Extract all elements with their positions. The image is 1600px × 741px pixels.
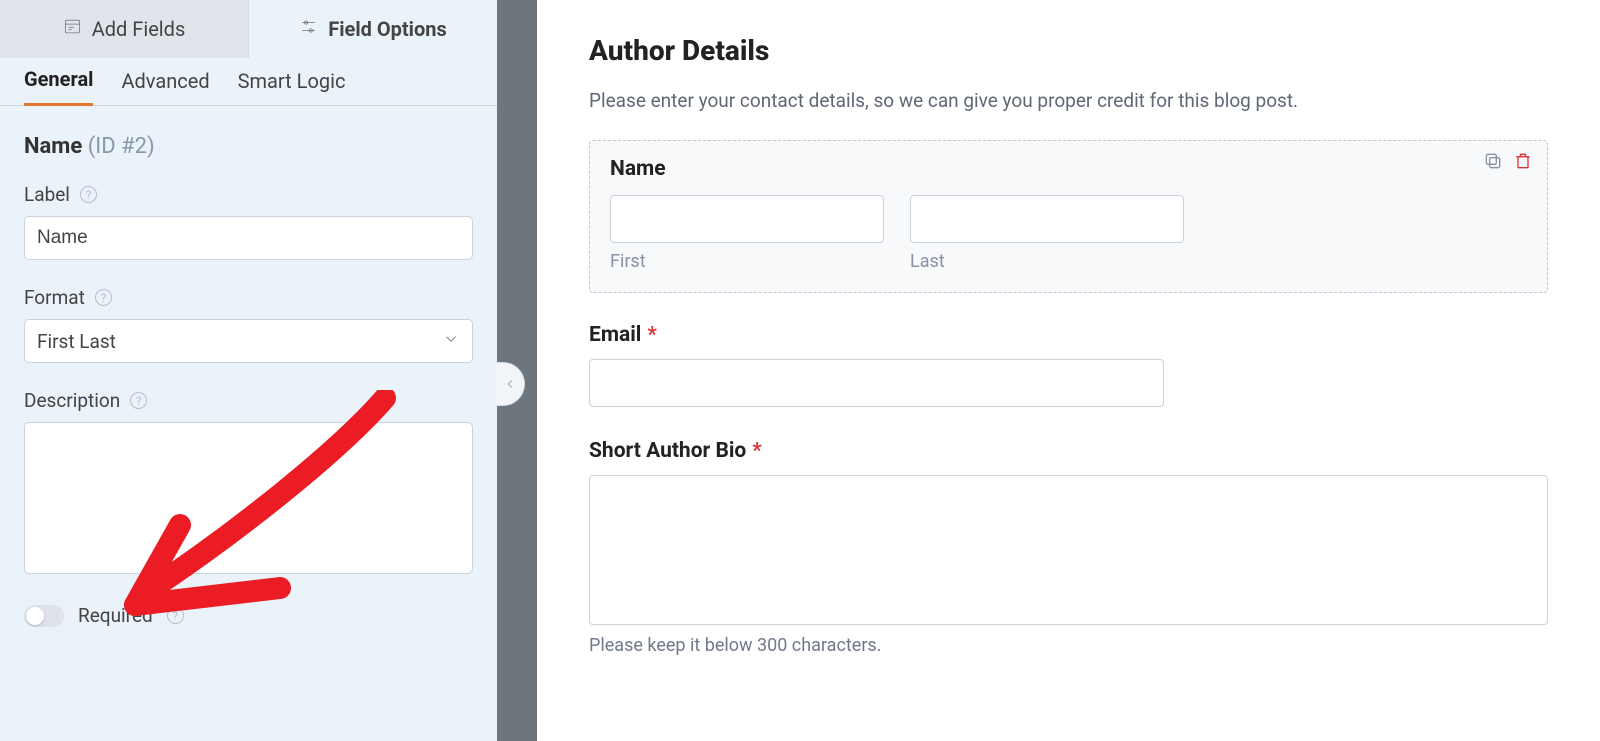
last-name-input[interactable]: [910, 195, 1184, 243]
help-icon[interactable]: ?: [130, 392, 147, 409]
required-toggle[interactable]: [24, 605, 64, 627]
field-label-bio: Short Author Bio: [589, 439, 746, 463]
subtab-advanced[interactable]: Advanced: [121, 69, 209, 105]
form-description: Please enter your contact details, so we…: [589, 89, 1548, 112]
description-title: Description: [24, 389, 120, 412]
form-icon: [63, 17, 82, 41]
field-id: (ID #2): [88, 134, 155, 159]
label-title: Label: [24, 183, 70, 206]
required-star: *: [647, 323, 657, 347]
tab-add-fields[interactable]: Add Fields: [0, 0, 249, 58]
required-label: Required: [78, 604, 153, 627]
form-preview: Author Details Please enter your contact…: [537, 0, 1600, 741]
field-label-email: Email: [589, 323, 641, 347]
duplicate-icon[interactable]: [1483, 151, 1503, 175]
required-star: *: [752, 439, 762, 463]
sidebar-top-tabs: Add Fields Field Options: [0, 0, 497, 58]
field-header: Name (ID #2): [24, 134, 473, 159]
trash-icon[interactable]: [1513, 151, 1533, 175]
first-name-input[interactable]: [610, 195, 884, 243]
subtab-smart-logic[interactable]: Smart Logic: [238, 69, 346, 105]
sublabel-last: Last: [910, 251, 1184, 272]
preview-field-email[interactable]: Email *: [589, 323, 1164, 407]
panel-divider: [497, 0, 537, 741]
help-icon[interactable]: ?: [95, 289, 112, 306]
bio-textarea[interactable]: [589, 475, 1548, 625]
format-select[interactable]: First Last: [24, 319, 473, 363]
description-textarea[interactable]: [24, 422, 473, 574]
collapse-sidebar-button[interactable]: [495, 362, 525, 406]
sidebar-sub-tabs: General Advanced Smart Logic: [0, 58, 497, 106]
selected-field-name[interactable]: Name First Last: [589, 140, 1548, 293]
help-icon[interactable]: ?: [80, 186, 97, 203]
format-value: First Last: [37, 330, 116, 353]
field-options-sidebar: Add Fields Field Options General Advance…: [0, 0, 497, 741]
label-input[interactable]: [24, 216, 473, 260]
format-title: Format: [24, 286, 85, 309]
sublabel-first: First: [610, 251, 884, 272]
tab-field-options[interactable]: Field Options: [249, 0, 497, 58]
form-title: Author Details: [589, 34, 1548, 67]
tab-field-options-label: Field Options: [328, 17, 446, 41]
group-required: Required ?: [24, 604, 473, 627]
group-description: Description ?: [24, 389, 473, 578]
sliders-icon: [299, 17, 318, 41]
subtab-general[interactable]: General: [24, 67, 93, 106]
chevron-down-icon: [442, 330, 460, 353]
group-format: Format ? First Last: [24, 286, 473, 363]
bio-helper: Please keep it below 300 characters.: [589, 635, 1548, 656]
preview-field-bio[interactable]: Short Author Bio * Please keep it below …: [589, 439, 1548, 656]
panel-body: Name (ID #2) Label ? Format ? First Last: [0, 106, 497, 741]
tab-add-fields-label: Add Fields: [92, 17, 186, 41]
field-actions: [1483, 151, 1533, 175]
field-name: Name: [24, 134, 82, 159]
field-label-name: Name: [610, 157, 1527, 181]
help-icon[interactable]: ?: [167, 607, 184, 624]
email-input[interactable]: [589, 359, 1164, 407]
group-label: Label ?: [24, 183, 473, 260]
